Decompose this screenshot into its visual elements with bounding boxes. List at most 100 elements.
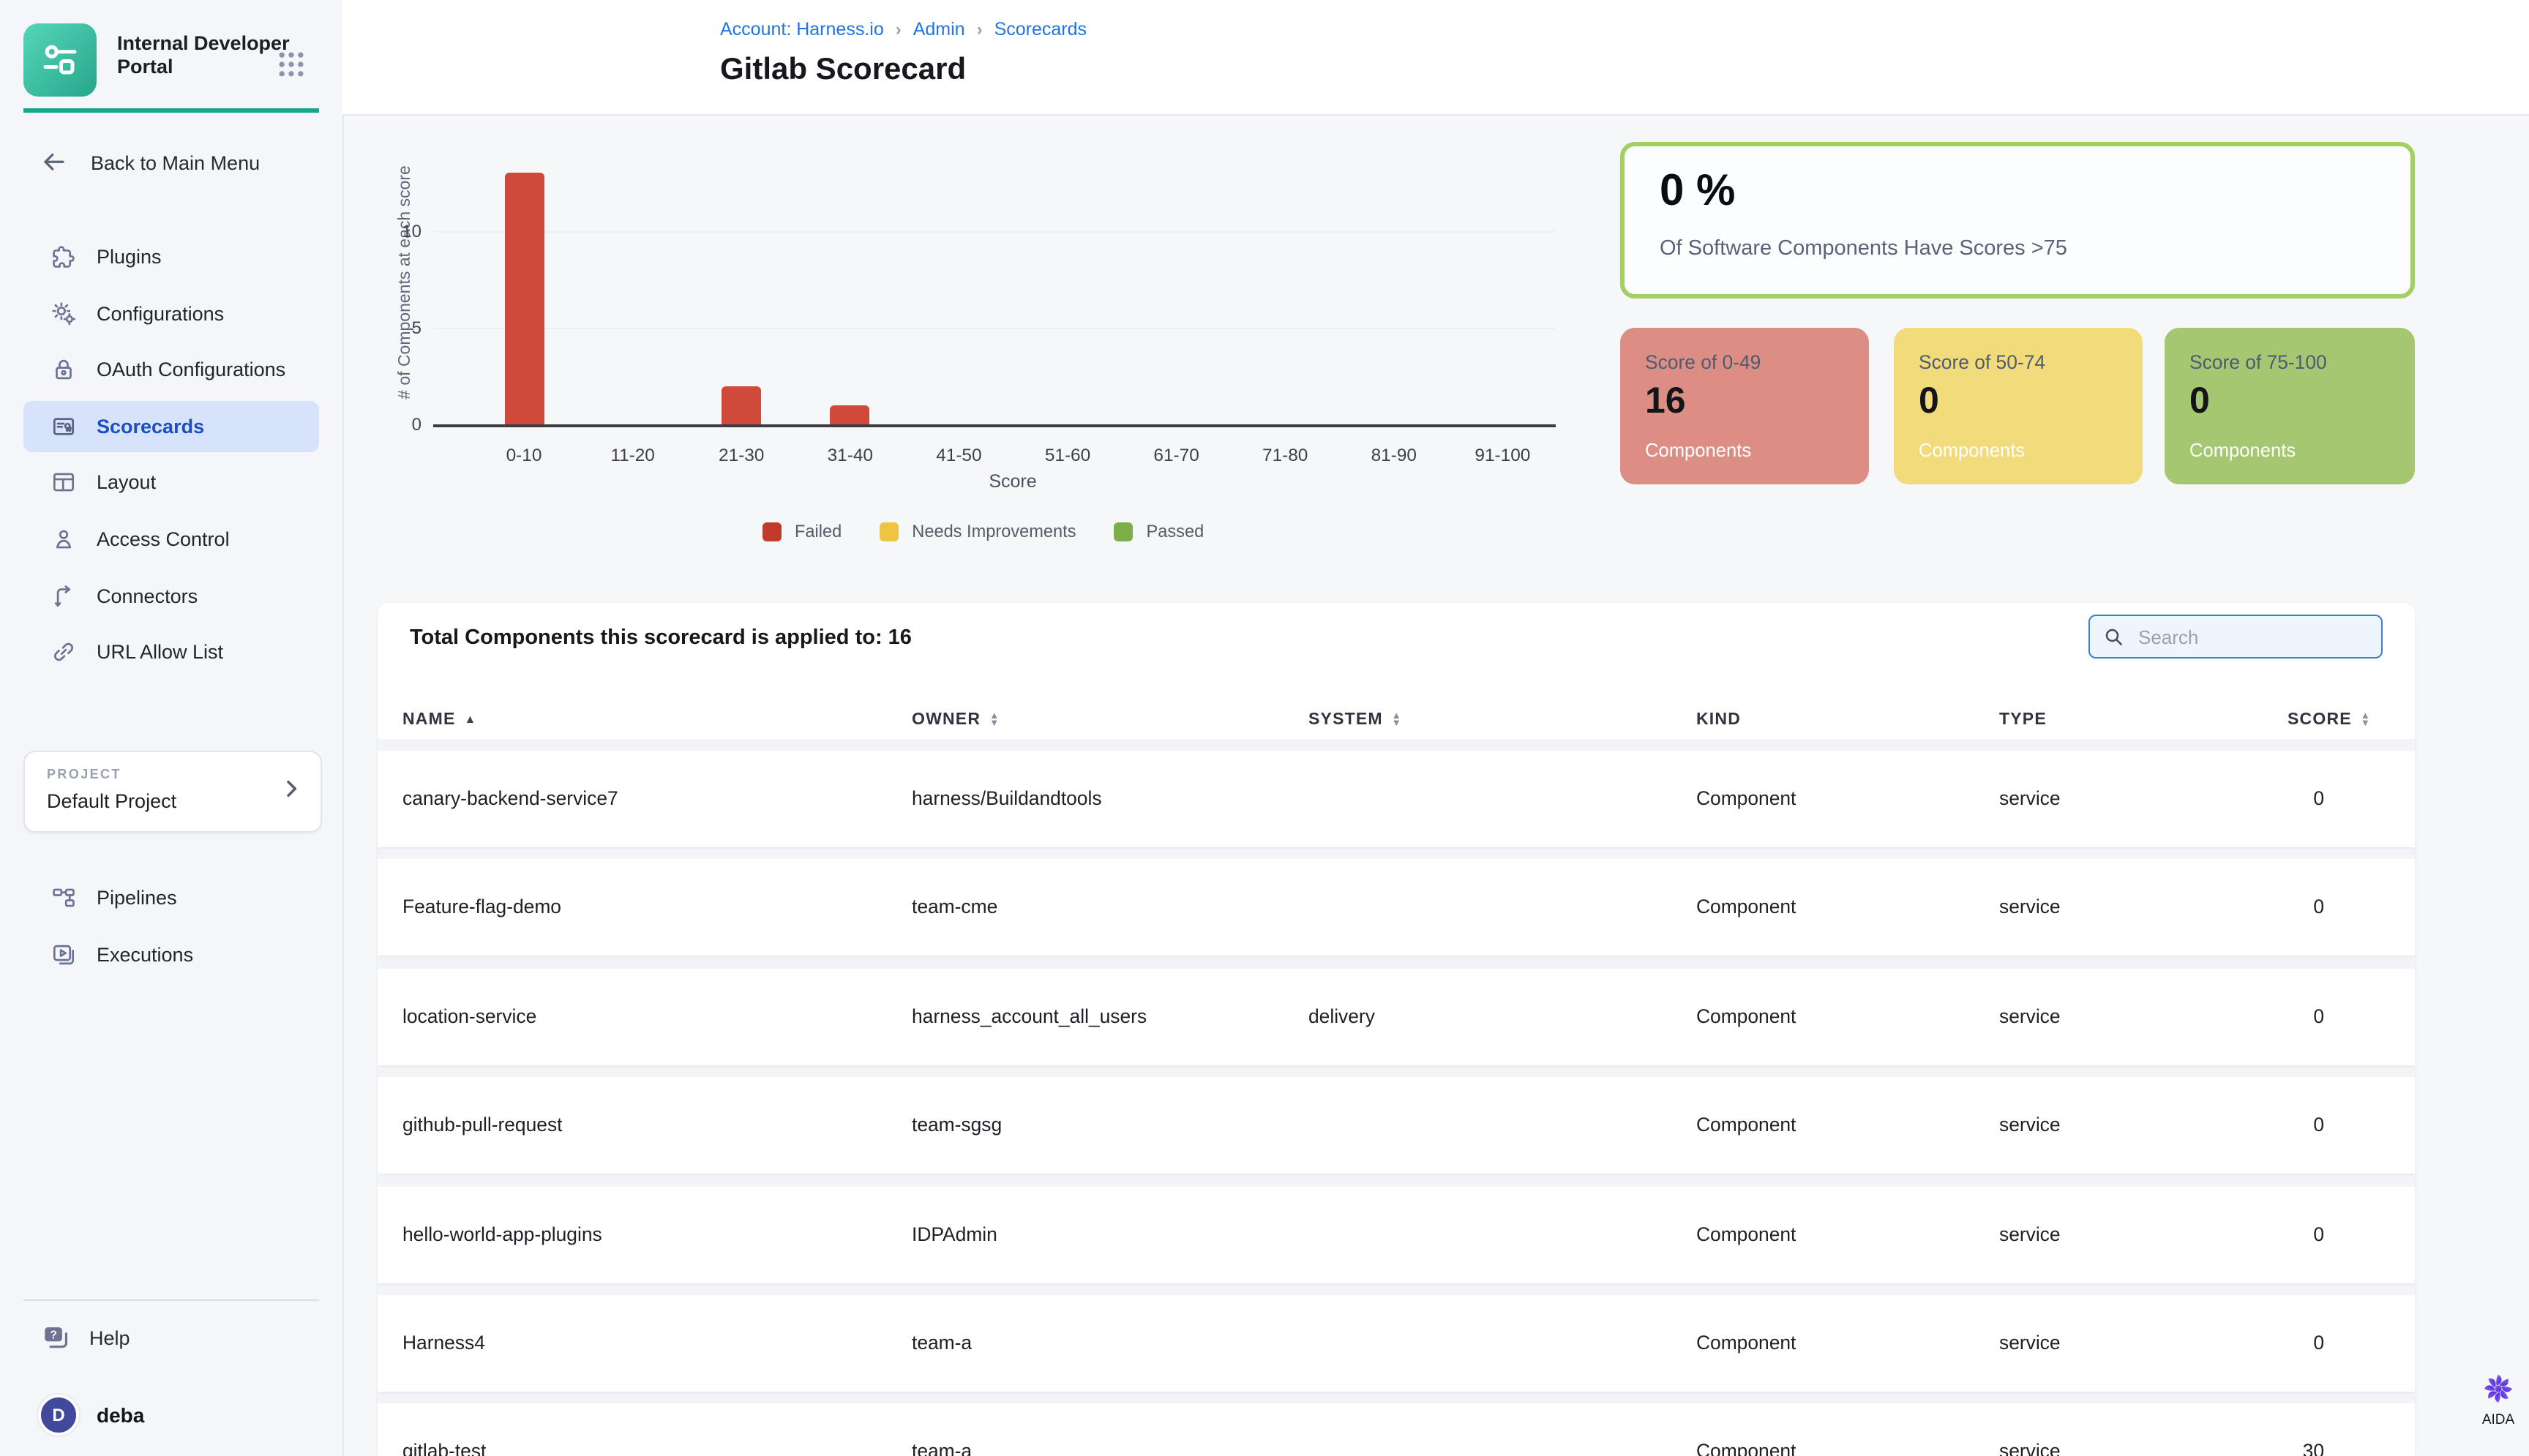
breadcrumb-link[interactable]: Account: Harness.io (720, 19, 884, 40)
percent-caption: Of Software Components Have Scores >75 (1660, 237, 2067, 260)
score-card-value: 16 (1645, 380, 1686, 423)
legend-swatch (1114, 522, 1134, 541)
sidebar-item-pipelines[interactable]: Pipelines (23, 872, 319, 923)
sidebar-item-connectors[interactable]: Connectors (23, 570, 319, 621)
cell-score: 0 (2251, 1077, 2324, 1174)
chart-x-tick: 81-90 (1371, 445, 1417, 465)
score-card-unit: Components (1645, 439, 1751, 461)
chart-x-tick: 31-40 (828, 445, 873, 465)
breadcrumb-link[interactable]: Scorecards (994, 19, 1087, 40)
page-header: Account: Harness.io › Admin › Scorecards Git… (342, 0, 2529, 116)
cell-score: 0 (2251, 1186, 2324, 1283)
legend-label: Failed (795, 521, 842, 541)
sidebar-item-url-allow-list[interactable]: URL Allow List (23, 626, 319, 678)
sidebar-item-scorecards[interactable]: Scorecards (23, 401, 319, 452)
sort-icon: ▲▼ (989, 712, 1000, 728)
puzzle-icon (50, 243, 78, 271)
cell-system: delivery (1308, 969, 1375, 1065)
column-header-name[interactable]: NAME▲ (402, 705, 477, 735)
chart-x-tick: 71-80 (1262, 445, 1308, 465)
breadcrumb-separator: › (896, 19, 902, 40)
sidebar-item-access-control[interactable]: Access Control (23, 514, 319, 565)
cell-kind: Component (1696, 751, 1796, 847)
sidebar-item-plugins[interactable]: Plugins (23, 231, 319, 282)
app-root: Internal Developer Portal Back to Main M… (0, 0, 2529, 1456)
sidebar-item-label: Connectors (97, 585, 198, 607)
sidebar-item-configurations[interactable]: Configurations (23, 288, 319, 339)
sidebar-divider (23, 1299, 319, 1301)
cell-type: service (1999, 751, 2061, 847)
cell-type: service (1999, 1077, 2061, 1174)
sidebar-item-label: Scorecards (97, 416, 204, 438)
sidebar-item-label: Configurations (97, 302, 224, 324)
brand-divider (23, 108, 319, 113)
sidebar-item-executions[interactable]: Executions (23, 928, 319, 980)
breadcrumb-separator: › (977, 19, 983, 40)
chart-y-axis-label: # of Components at each score (397, 165, 414, 399)
column-header-type: TYPE (1999, 705, 2047, 735)
project-selector[interactable]: PROJECT Default Project (23, 751, 322, 833)
cell-type: service (1999, 860, 2061, 956)
table-row-gitlab-test[interactable]: gitlab-testteam-aComponentservice30 (378, 1404, 2415, 1456)
legend-swatch (763, 522, 782, 541)
column-header-owner[interactable]: OWNER▲▼ (912, 705, 1000, 735)
sidebar: Internal Developer Portal Back to Main M… (0, 0, 344, 1456)
table-row-hello-world-app-plugins[interactable]: hello-world-app-pluginsIDPAdminComponent… (378, 1186, 2415, 1283)
column-label: NAME (402, 711, 456, 729)
aida-button[interactable]: AIDA (2479, 1370, 2517, 1428)
table-row-Harness4[interactable]: Harness4team-aComponentservice0 (378, 1295, 2415, 1392)
breadcrumb: Account: Harness.io › Admin › Scorecards (720, 19, 1087, 40)
gears-icon (50, 299, 78, 327)
column-label: TYPE (1999, 711, 2047, 729)
sort-icon: ▲▼ (1392, 712, 1402, 728)
person-icon (50, 525, 78, 553)
help-button[interactable]: ? Help (23, 1317, 319, 1358)
column-header-kind: KIND (1696, 705, 1741, 735)
search-input[interactable] (2135, 624, 2361, 649)
score-card-label: Score of 50-74 (1919, 351, 2045, 373)
user-menu[interactable]: D deba (23, 1395, 319, 1436)
sidebar-item-oauth-configurations[interactable]: OAuth Configurations (23, 344, 319, 395)
score-card-label: Score of 0-49 (1645, 351, 1761, 373)
column-header-score[interactable]: SCORE▲▼ (2288, 705, 2371, 735)
project-name: Default Project (47, 790, 176, 812)
search-icon (2103, 626, 2125, 648)
sidebar-item-label: Plugins (97, 246, 162, 268)
aida-label: AIDA (2479, 1412, 2517, 1428)
column-header-system[interactable]: SYSTEM▲▼ (1308, 705, 1402, 735)
cell-owner: harness/Buildandtools (912, 751, 1102, 847)
cell-kind: Component (1696, 860, 1796, 956)
score-card-value: 0 (2189, 380, 2210, 423)
chart-y-tick: 10 (375, 221, 422, 241)
cell-name: gitlab-test (402, 1404, 486, 1456)
back-to-main-menu[interactable]: Back to Main Menu (23, 145, 319, 180)
sidebar-item-layout[interactable]: Layout (23, 457, 319, 509)
cell-name: Feature-flag-demo (402, 860, 561, 956)
chart-y-tick: 0 (375, 414, 422, 435)
cell-owner: team-a (912, 1295, 972, 1392)
table-row-canary-backend-service7[interactable]: canary-backend-service7harness/Buildandt… (378, 751, 2415, 847)
page-title: Gitlab Scorecard (720, 53, 966, 88)
table-row-Feature-flag-demo[interactable]: Feature-flag-demoteam-cmeComponentservic… (378, 860, 2415, 956)
score-card-score-of-0-49: Score of 0-49 16 Components (1620, 328, 1869, 484)
components-table-card: Total Components this scorecard is appli… (378, 603, 2415, 1456)
link-icon (50, 638, 78, 666)
chart-bar-0-10 (504, 173, 544, 424)
cell-owner: team-sgsg (912, 1077, 1002, 1174)
back-label: Back to Main Menu (91, 151, 260, 173)
chart-gridline (433, 328, 1556, 329)
chart-x-tick: 51-60 (1045, 445, 1090, 465)
sidebar-item-label: Access Control (97, 528, 230, 550)
chart-bar-31-40 (831, 405, 870, 424)
breadcrumb-link[interactable]: Admin (913, 19, 965, 40)
sidebar-item-label: Pipelines (97, 887, 177, 909)
app-grid-icon[interactable] (275, 48, 307, 80)
table-row-location-service[interactable]: location-serviceharness_account_all_user… (378, 969, 2415, 1065)
avatar: D (38, 1395, 79, 1436)
table-row-github-pull-request[interactable]: github-pull-requestteam-sgsgComponentser… (378, 1077, 2415, 1174)
cell-kind: Component (1696, 969, 1796, 1065)
cell-name: hello-world-app-plugins (402, 1186, 602, 1283)
cell-owner: IDPAdmin (912, 1186, 997, 1283)
cell-type: service (1999, 969, 2061, 1065)
sidebar-item-label: Layout (97, 472, 156, 494)
